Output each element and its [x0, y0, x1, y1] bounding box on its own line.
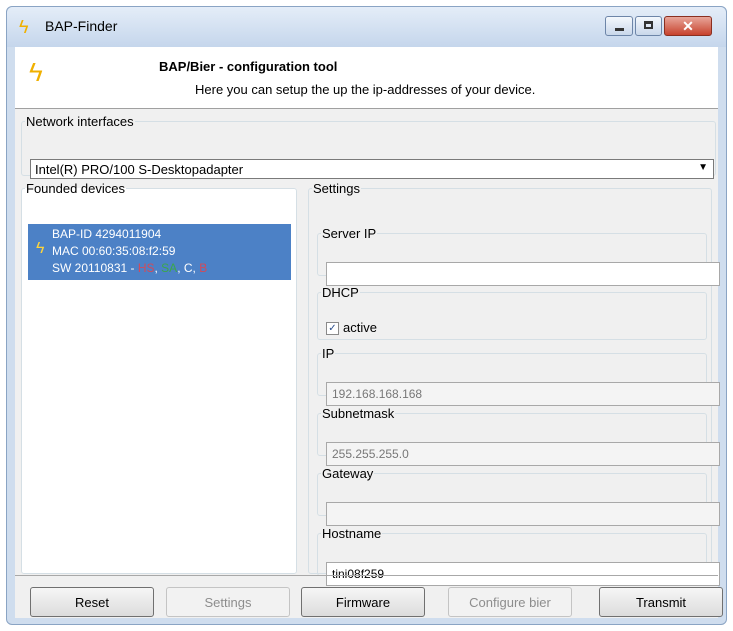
- chevron-down-icon[interactable]: ▼: [698, 162, 708, 173]
- device-mac: MAC 00:60:35:08:f2:59: [52, 244, 176, 258]
- network-interface-select[interactable]: Intel(R) PRO/100 S-Desktopadapter ▼: [30, 159, 714, 179]
- client-area: ϟ BAP/Bier - configuration tool Here you…: [15, 47, 723, 618]
- device-sw-line: SW 20110831 - HS, SA, C, B: [52, 261, 207, 275]
- settings-group: Settings Server IP DHCP ✓ active IP 192.…: [308, 181, 720, 586]
- founded-devices-group: Founded devices ϟ BAP-ID 4294011904 MAC …: [21, 181, 297, 574]
- lightning-icon: ϟ: [29, 57, 43, 87]
- network-interface-value: Intel(R) PRO/100 S-Desktopadapter: [35, 162, 244, 177]
- minimize-button[interactable]: [605, 16, 633, 36]
- reset-button[interactable]: Reset: [30, 587, 154, 617]
- lightning-icon: ϟ: [19, 17, 29, 37]
- device-tag-separator: ,: [177, 261, 184, 275]
- header-title: BAP/Bier - configuration tool: [159, 59, 338, 74]
- hostname-legend: Hostname: [322, 526, 382, 541]
- lightning-icon: ϟ: [36, 240, 45, 257]
- maximize-button[interactable]: [635, 16, 662, 36]
- dhcp-active-checkbox[interactable]: ✓: [326, 322, 339, 335]
- ip-input[interactable]: 192.168.168.168: [326, 382, 720, 406]
- server-ip-legend: Server IP: [322, 226, 377, 241]
- server-ip-group: Server IP: [317, 226, 720, 286]
- gateway-input[interactable]: [326, 502, 720, 526]
- server-ip-input[interactable]: [326, 262, 720, 286]
- dhcp-active-label[interactable]: active: [343, 320, 377, 335]
- dhcp-group: DHCP ✓ active: [317, 285, 707, 340]
- firmware-button[interactable]: Firmware: [301, 587, 425, 617]
- device-tag-c: C: [183, 261, 193, 275]
- close-button[interactable]: ✕: [664, 16, 712, 36]
- network-interfaces-group: Network interfaces Intel(R) PRO/100 S-De…: [21, 114, 716, 179]
- device-tag-hs: HS: [137, 261, 155, 275]
- configure-bier-button[interactable]: Configure bier: [448, 587, 572, 617]
- maximize-icon: [644, 21, 653, 29]
- window-title: BAP-Finder: [45, 18, 118, 34]
- hostname-group: Hostname tini08f259: [317, 526, 720, 586]
- network-interfaces-legend: Network interfaces: [26, 114, 134, 129]
- app-window: ϟ BAP-Finder ✕ ϟ BAP/Bier - configuratio…: [6, 6, 727, 625]
- subnetmask-input[interactable]: 255.255.255.0: [326, 442, 720, 466]
- header-subtitle: Here you can setup the up the ip-address…: [195, 82, 536, 97]
- device-bap-id: BAP-ID 4294011904: [52, 227, 162, 241]
- dhcp-legend: DHCP: [322, 285, 359, 300]
- title-bar[interactable]: ϟ BAP-Finder ✕: [7, 7, 726, 47]
- gateway-group: Gateway: [317, 466, 720, 526]
- settings-button[interactable]: Settings: [166, 587, 290, 617]
- ip-group: IP 192.168.168.168: [317, 346, 720, 406]
- gateway-legend: Gateway: [322, 466, 374, 481]
- settings-legend: Settings: [313, 181, 360, 196]
- subnetmask-legend: Subnetmask: [322, 406, 395, 421]
- close-icon: ✕: [682, 18, 694, 34]
- ip-legend: IP: [322, 346, 335, 361]
- hostname-input[interactable]: tini08f259: [326, 562, 720, 586]
- minimize-icon: [615, 28, 624, 31]
- device-tag-sa: SA: [161, 261, 178, 275]
- device-list-item[interactable]: ϟ BAP-ID 4294011904 MAC 00:60:35:08:f2:5…: [28, 224, 291, 280]
- transmit-button[interactable]: Transmit: [599, 587, 723, 617]
- divider: [15, 575, 718, 576]
- header-banner: ϟ BAP/Bier - configuration tool Here you…: [15, 47, 718, 109]
- device-tag-b: B: [199, 261, 208, 275]
- founded-devices-legend: Founded devices: [26, 181, 126, 196]
- subnetmask-group: Subnetmask 255.255.255.0: [317, 406, 720, 466]
- device-sw-version: SW 20110831 -: [52, 261, 138, 275]
